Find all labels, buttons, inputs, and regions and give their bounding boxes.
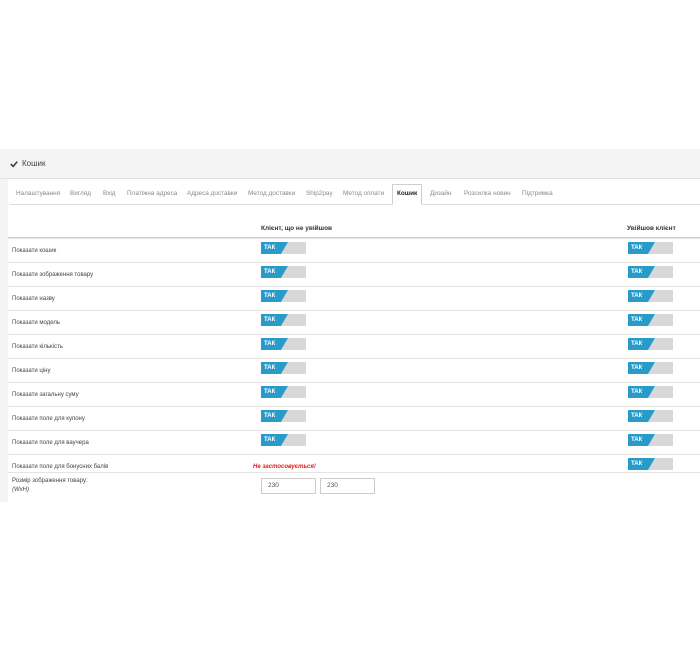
cart-settings-panel: Кошик Налаштування Вигляд Вхід Платіжна … (0, 149, 700, 502)
toggle-label: ТАК (264, 389, 276, 395)
toggle-label: ТАК (264, 317, 276, 323)
tab-shipping-address[interactable]: Адреса доставки (187, 185, 237, 203)
logged-toggle[interactable]: ТАК (628, 362, 673, 374)
settings-row: Показати поле для ваучера ТАК ТАК (8, 430, 700, 455)
guest-toggle[interactable]: ТАК (261, 290, 306, 302)
logged-toggle[interactable]: ТАК (628, 386, 673, 398)
toggle-label: ТАК (264, 413, 276, 419)
row-label: Показати зображення товару (12, 272, 94, 278)
settings-row: Показати назву ТАК ТАК (8, 286, 700, 311)
toggle-label: ТАК (264, 293, 276, 299)
settings-row: Показати модель ТАК ТАК (8, 310, 700, 335)
settings-row: Показати поле для купону ТАК ТАК (8, 406, 700, 431)
check-icon (10, 160, 18, 168)
tab-ship2pay[interactable]: Ship2pay (306, 185, 333, 203)
logged-toggle[interactable]: ТАК (628, 314, 673, 326)
panel-title: Кошик (22, 159, 46, 168)
toggle-label: ТАК (264, 245, 276, 251)
image-height-input[interactable] (320, 478, 375, 494)
tab-settings[interactable]: Налаштування (16, 185, 60, 203)
tab-newsletter[interactable]: Розсилка новин (464, 185, 511, 203)
tab-design[interactable]: Дизайн (430, 185, 451, 203)
tab-bar: Налаштування Вигляд Вхід Платіжна адреса… (10, 184, 700, 205)
toggle-label: ТАК (631, 413, 643, 419)
image-width-input[interactable] (261, 478, 316, 494)
tab-appearance[interactable]: Вигляд (70, 185, 91, 203)
logged-toggle[interactable]: ТАК (628, 266, 673, 278)
column-header-guest: Клієнт, що не увійшов (261, 225, 333, 232)
toggle-label: ТАК (631, 245, 643, 251)
row-label: Показати поле для бонусних балів (12, 464, 109, 470)
tab-support[interactable]: Підтримка (522, 185, 553, 203)
toggle-label: ТАК (631, 437, 643, 443)
settings-row: Показати кошик ТАК ТАК (8, 238, 700, 263)
image-size-label-line1: Розмір зображення товару: (12, 478, 88, 484)
row-label: Показати поле для купону (12, 416, 85, 422)
image-size-label: Розмір зображення товару: (WxH) (12, 477, 88, 495)
toggle-label: ТАК (631, 269, 643, 275)
row-label: Показати кошик (12, 248, 57, 254)
guest-toggle[interactable]: ТАК (261, 434, 306, 446)
image-size-label-line2: (WxH) (12, 487, 29, 493)
row-label: Показати поле для ваучера (12, 440, 89, 446)
panel-heading: Кошик (0, 149, 700, 179)
guest-toggle[interactable]: ТАК (261, 266, 306, 278)
guest-toggle[interactable]: ТАК (261, 242, 306, 254)
tab-payment-address[interactable]: Платіжна адреса (127, 185, 177, 203)
toggle-label: ТАК (631, 365, 643, 371)
toggle-label: ТАК (631, 341, 643, 347)
settings-row: Показати кількість ТАК ТАК (8, 334, 700, 359)
toggle-label: ТАК (631, 293, 643, 299)
settings-row: Показати ціну ТАК ТАК (8, 358, 700, 383)
tab-login[interactable]: Вхід (103, 185, 116, 203)
logged-toggle[interactable]: ТАК (628, 410, 673, 422)
toggle-label: ТАК (264, 269, 276, 275)
row-label: Показати загальну суму (12, 392, 79, 398)
column-header-logged: Увійшов клієнт (627, 225, 676, 232)
logged-toggle[interactable]: ТАК (628, 290, 673, 302)
toggle-label: ТАК (264, 341, 276, 347)
toggle-label: ТАК (631, 461, 643, 467)
row-label: Показати назву (12, 296, 55, 302)
toggle-label: ТАК (264, 365, 276, 371)
row-label: Показати модель (12, 320, 60, 326)
row-label: Показати ціну (12, 368, 51, 374)
toggle-label: ТАК (264, 437, 276, 443)
tab-shipping-method[interactable]: Метод доставки (248, 185, 295, 203)
row-label: Показати кількість (12, 344, 63, 350)
logged-toggle[interactable]: ТАК (628, 338, 673, 350)
guest-toggle[interactable]: ТАК (261, 362, 306, 374)
toggle-label: ТАК (631, 317, 643, 323)
logged-toggle[interactable]: ТАК (628, 458, 673, 470)
not-applicable-text: Не застосовується! (253, 464, 316, 470)
guest-toggle[interactable]: ТАК (261, 410, 306, 422)
settings-row: Показати загальну суму ТАК ТАК (8, 382, 700, 407)
logged-toggle[interactable]: ТАК (628, 434, 673, 446)
image-size-row: Розмір зображення товару: (WxH) (8, 472, 700, 502)
settings-row: Показати зображення товару ТАК ТАК (8, 262, 700, 287)
guest-toggle[interactable]: ТАК (261, 314, 306, 326)
toggle-label: ТАК (631, 389, 643, 395)
tab-cart[interactable]: Кошик (392, 184, 423, 205)
guest-toggle[interactable]: ТАК (261, 338, 306, 350)
logged-toggle[interactable]: ТАК (628, 242, 673, 254)
tab-payment-method[interactable]: Метод оплати (343, 185, 384, 203)
guest-toggle[interactable]: ТАК (261, 386, 306, 398)
